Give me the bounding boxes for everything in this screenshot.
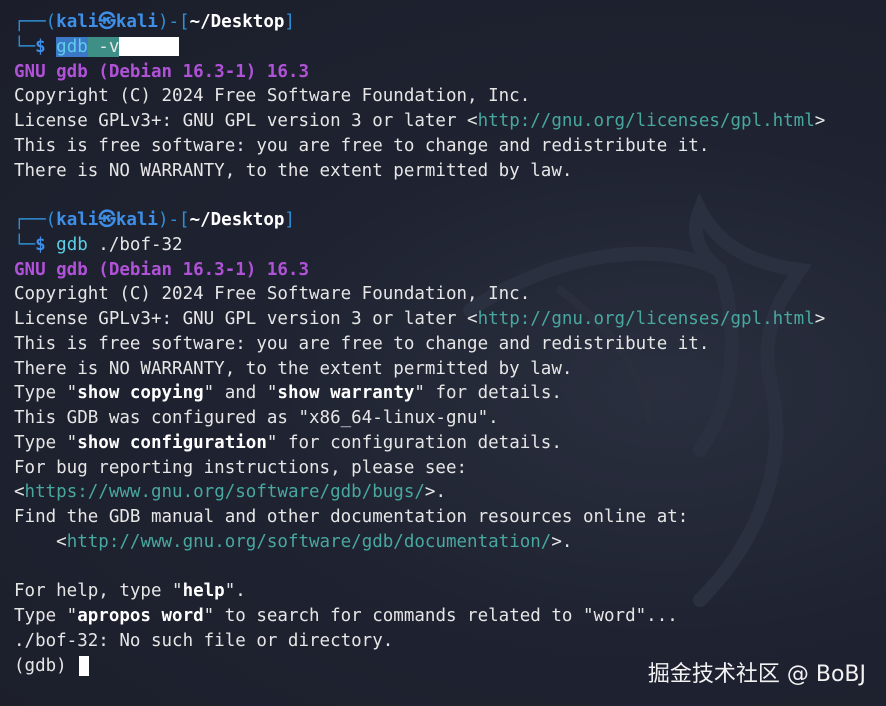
text-segment: " and " <box>203 383 278 404</box>
prompt-dollar: $ <box>35 36 57 57</box>
warranty-line: There is NO WARRANTY, to the extent perm… <box>14 160 573 181</box>
prompt-user: kali <box>56 210 99 230</box>
prompt-path: ~/Desktop <box>189 210 285 230</box>
prompt-bracket: ] <box>284 12 295 32</box>
free-software-line: This is free software: you are free to c… <box>14 333 710 354</box>
prompt-dollar: $ <box>35 234 57 255</box>
text-segment: " for details. <box>414 383 562 404</box>
command-hint: show warranty <box>277 383 415 404</box>
text-segment: < <box>14 531 67 552</box>
text-segment: Type " <box>14 606 78 626</box>
configured-line: This GDB was configured as "x86_64-linux… <box>14 408 499 428</box>
documentation-link[interactable]: http://www.gnu.org/software/gdb/document… <box>67 532 552 552</box>
prompt-corner: └─ <box>14 36 36 57</box>
warranty-line: There is NO WARRANTY, to the extent perm… <box>14 358 573 379</box>
prompt-line-2: ┌──(kali㉿kali)-[~/Desktop] <box>14 208 874 233</box>
license-link[interactable]: http://gnu.org/licenses/gpl.html <box>478 309 815 329</box>
doc-url-line: <http://www.gnu.org/software/gdb/documen… <box>14 530 874 555</box>
text-segment: Type " <box>14 432 78 453</box>
copyright-line: Copyright (C) 2024 Free Software Foundat… <box>14 86 531 107</box>
text-segment: Type " <box>14 383 78 404</box>
site-watermark: 掘金技术社区 @ BoBJ <box>647 662 866 687</box>
text-cursor[interactable] <box>79 655 90 676</box>
prompt-bracket: ] <box>284 210 295 230</box>
prompt-separator: )-[ <box>157 12 190 32</box>
license-line: License GPLv3+: GNU GPL version 3 or lat… <box>14 307 874 332</box>
copyright-line: Copyright (C) 2024 Free Software Foundat… <box>14 284 531 305</box>
bug-report-link[interactable]: https://www.gnu.org/software/gdb/bugs/ <box>25 482 425 502</box>
prompt-separator: )-[ <box>157 210 190 230</box>
text-segment: " to search for commands related to "wor… <box>203 606 678 626</box>
prompt-corner: ┌──( <box>14 12 57 32</box>
command-line-2[interactable]: └─$ gdb ./bof-32 <box>14 233 874 258</box>
command-line-1[interactable]: └─$ gdb -v <box>14 35 874 60</box>
gdb-version-banner: GNU gdb (Debian 16.3-1) 16.3 <box>14 61 310 82</box>
license-text-end: > <box>814 309 826 329</box>
command-name: gdb <box>56 234 88 255</box>
show-copying-line: Type "show copying" and "show warranty" … <box>14 381 874 406</box>
license-text: License GPLv3+: GNU GPL version 3 or lat… <box>14 309 478 329</box>
license-text-end: > <box>814 111 826 131</box>
help-line: For help, type "help". <box>14 579 874 604</box>
terminal-output: ┌──(kali㉿kali)-[~/Desktop] └─$ gdb -v GN… <box>14 10 874 678</box>
license-line: License GPLv3+: GNU GPL version 3 or lat… <box>14 109 874 134</box>
command-hint: apropos word <box>77 606 204 626</box>
command-name: gdb <box>56 36 88 57</box>
prompt-path: ~/Desktop <box>189 12 285 32</box>
license-text: License GPLv3+: GNU GPL version 3 or lat… <box>14 111 478 131</box>
prompt-user: kali <box>56 12 99 32</box>
selection-highlight <box>119 37 180 57</box>
license-link[interactable]: http://gnu.org/licenses/gpl.html <box>478 111 815 131</box>
gdb-prompt: (gdb) <box>14 655 78 676</box>
gdb-version-banner: GNU gdb (Debian 16.3-1) 16.3 <box>14 259 310 280</box>
command-args: -v <box>87 36 120 57</box>
command-hint: show copying <box>77 383 204 404</box>
show-configuration-line: Type "show configuration" for configurat… <box>14 431 874 456</box>
manual-line: Find the GDB manual and other documentat… <box>14 507 689 527</box>
error-line: ./bof-32: No such file or directory. <box>14 630 394 651</box>
command-hint: show configuration <box>77 432 267 453</box>
apropos-line: Type "apropos word" to search for comman… <box>14 604 874 629</box>
free-software-line: This is free software: you are free to c… <box>14 135 710 156</box>
text-segment: >. <box>551 531 573 552</box>
text-segment: < <box>14 482 25 503</box>
prompt-host: kali <box>115 12 158 32</box>
text-segment: " for configuration details. <box>266 432 562 453</box>
command-hint: help <box>182 581 225 602</box>
bug-report-line: For bug reporting instructions, please s… <box>14 457 468 478</box>
prompt-corner: ┌──( <box>14 210 57 230</box>
prompt-line-1: ┌──(kali㉿kali)-[~/Desktop] <box>14 10 874 35</box>
text-segment: For help, type " <box>14 581 183 602</box>
command-args: ./bof-32 <box>87 234 183 255</box>
prompt-at-symbol: ㉿ <box>98 210 116 230</box>
terminal-window[interactable]: ┌──(kali㉿kali)-[~/Desktop] └─$ gdb -v GN… <box>0 0 886 706</box>
prompt-host: kali <box>115 210 158 230</box>
prompt-at-symbol: ㉿ <box>98 12 116 32</box>
prompt-corner: └─ <box>14 234 36 255</box>
text-segment: >. <box>424 482 446 503</box>
text-segment: ". <box>224 581 246 602</box>
bug-url-line: <https://www.gnu.org/software/gdb/bugs/>… <box>14 480 874 505</box>
